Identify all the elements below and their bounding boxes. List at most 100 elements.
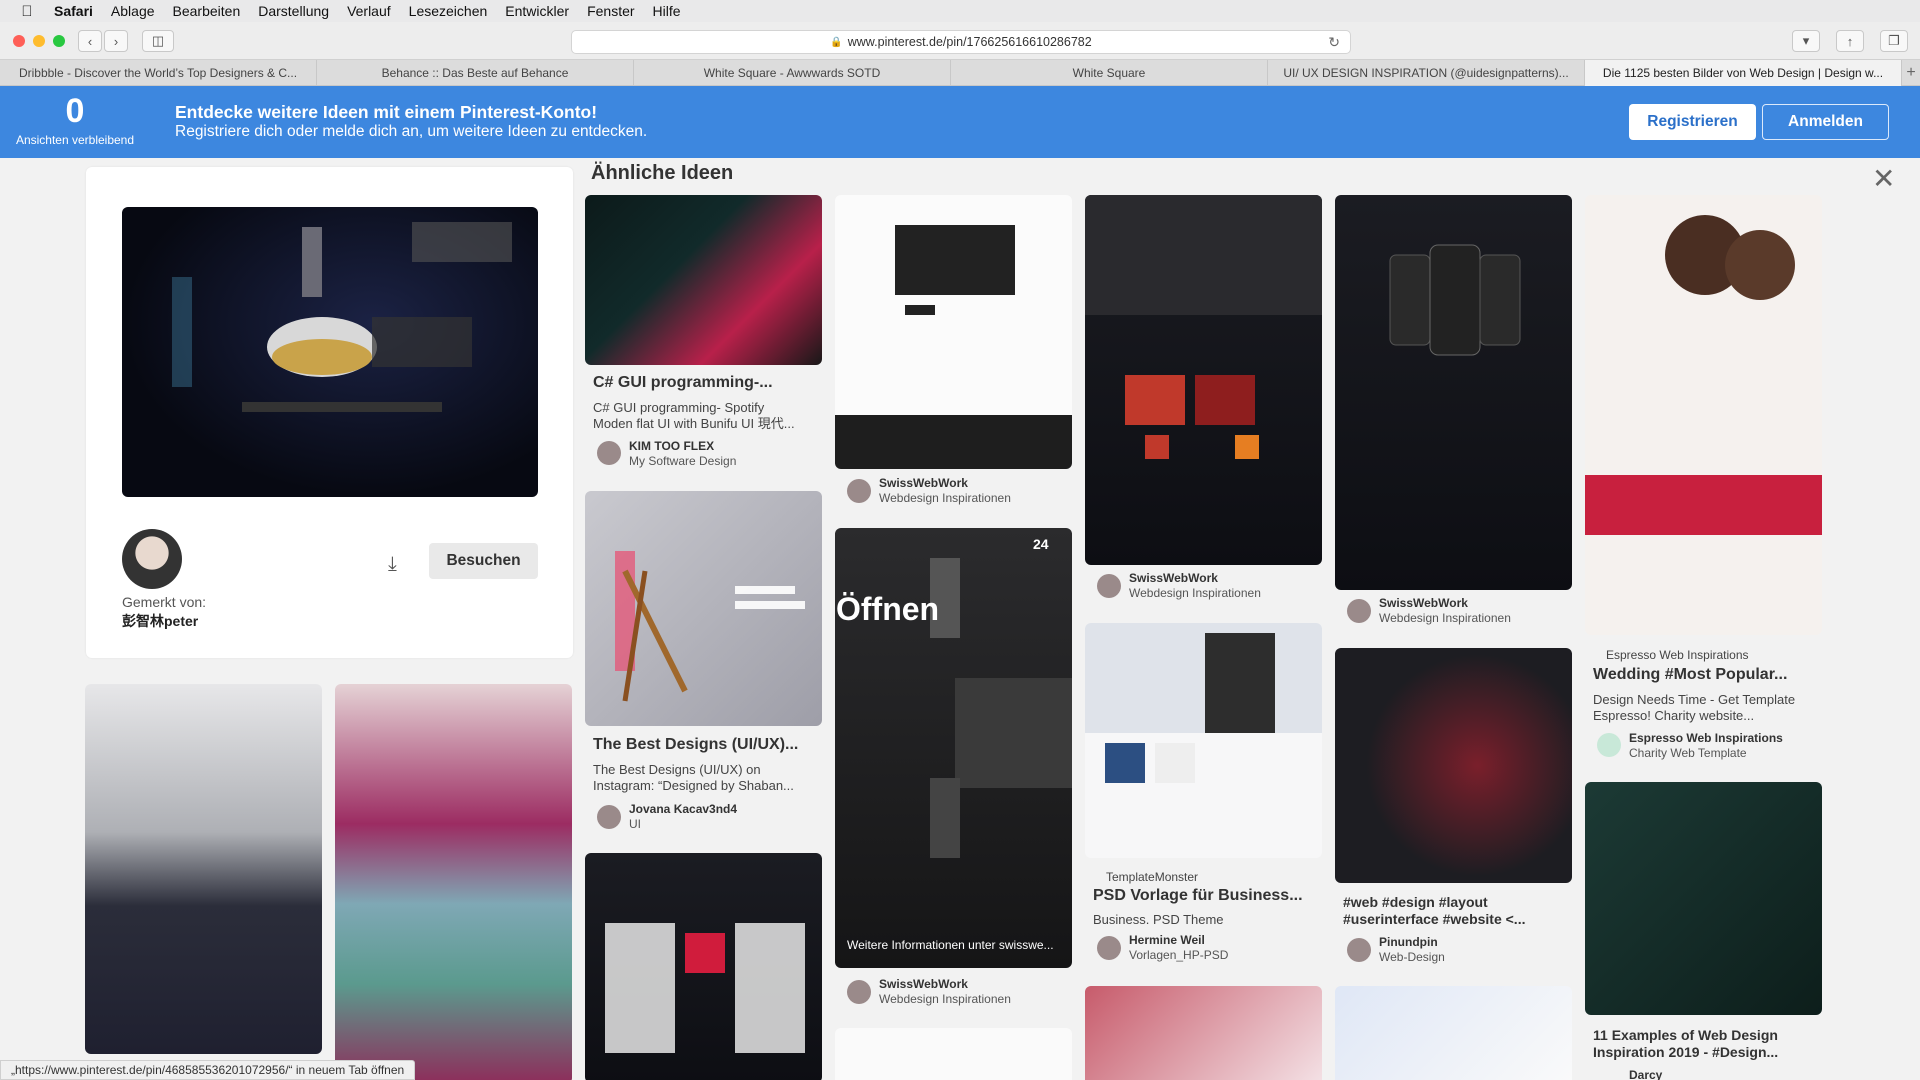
pin-image[interactable] <box>1085 623 1322 858</box>
pinner-name[interactable]: Hermine Weil <box>1129 933 1205 947</box>
pin-image-art <box>1389 244 1521 356</box>
pinner-name[interactable]: Pinundpin <box>1379 935 1438 949</box>
pin-image[interactable] <box>585 853 822 1080</box>
pin-source[interactable]: TemplateMonster <box>1106 870 1198 884</box>
pin-image[interactable] <box>1335 648 1572 883</box>
views-remaining-label: Ansichten verbleibend <box>15 133 135 147</box>
share-icon[interactable]: ↑ <box>1836 30 1864 52</box>
avatar[interactable] <box>1097 936 1121 960</box>
pin-image[interactable] <box>585 195 822 365</box>
pin-title[interactable]: PSD Vorlage für Business... <box>1093 887 1303 905</box>
more-info-link[interactable]: Weitere Informationen unter swisswe... <box>847 938 1054 952</box>
tab-behance[interactable]: Behance :: Das Beste auf Behance <box>317 60 634 86</box>
pin-image[interactable] <box>85 684 322 1054</box>
close-window-button[interactable] <box>13 35 25 47</box>
pin-title[interactable]: C# GUI programming-... <box>593 374 773 392</box>
pinner-name[interactable]: KIM TOO FLEX <box>629 439 714 453</box>
pin-image[interactable] <box>1585 195 1822 635</box>
pin-image[interactable] <box>1585 782 1822 1015</box>
board-name[interactable]: Webdesign Inspirationen <box>879 992 1011 1006</box>
pin-image[interactable] <box>835 1028 1072 1080</box>
menu-bearbeiten[interactable]: Bearbeiten <box>173 3 241 19</box>
pin-title[interactable]: 11 Examples of Web Design <box>1593 1027 1778 1043</box>
pinner-name[interactable]: SwissWebWork <box>879 977 968 991</box>
pin-image[interactable] <box>1335 195 1572 590</box>
menu-entwickler[interactable]: Entwickler <box>505 3 569 19</box>
tab-pinterest[interactable]: Die 1125 besten Bilder von Web Design | … <box>1585 60 1902 86</box>
menu-verlauf[interactable]: Verlauf <box>347 3 391 19</box>
avatar[interactable] <box>1597 733 1621 757</box>
tab-dribbble[interactable]: Dribbble - Discover the World’s Top Desi… <box>0 60 317 86</box>
pinner-name[interactable]: Jovana Kacav3nd4 <box>629 802 737 816</box>
pin-title[interactable]: Inspiration 2019 - #Design... <box>1593 1044 1778 1060</box>
pinner-name[interactable]: SwissWebWork <box>1379 596 1468 610</box>
board-name[interactable]: My Software Design <box>629 454 736 468</box>
download-icon[interactable]: ⤓ <box>388 553 397 576</box>
board-name[interactable]: Web-Design <box>1379 950 1445 964</box>
address-bar[interactable]: 🔒 www.pinterest.de/pin/17662561661028678… <box>571 30 1351 54</box>
board-name[interactable]: Charity Web Template <box>1629 746 1747 760</box>
menu-darstellung[interactable]: Darstellung <box>258 3 329 19</box>
pin-image[interactable] <box>122 207 538 497</box>
avatar[interactable] <box>1347 599 1371 623</box>
open-overlay-label[interactable]: Öffnen <box>836 591 939 628</box>
avatar[interactable] <box>1347 938 1371 962</box>
pin-image[interactable] <box>585 491 822 726</box>
menu-fenster[interactable]: Fenster <box>587 3 634 19</box>
pin-title[interactable]: Wedding #Most Popular... <box>1593 666 1787 684</box>
tab-white-square[interactable]: White Square <box>951 60 1268 86</box>
pinner-name[interactable]: Darcy <box>1629 1068 1662 1080</box>
tab-uidesignpatterns[interactable]: UI/ UX DESIGN INSPIRATION (@uidesignpatt… <box>1268 60 1585 86</box>
avatar[interactable] <box>122 529 182 589</box>
pinner-name[interactable]: SwissWebWork <box>879 476 968 490</box>
visit-button[interactable]: Besuchen <box>429 543 538 579</box>
forward-icon[interactable]: › <box>104 30 128 52</box>
close-icon[interactable]: ✕ <box>1872 162 1895 195</box>
board-name[interactable]: Vorlagen_HP-PSD <box>1129 948 1228 962</box>
menu-lesezeichen[interactable]: Lesezeichen <box>409 3 488 19</box>
pin-title[interactable]: #web #design #layout <box>1343 894 1488 910</box>
avatar[interactable] <box>847 479 871 503</box>
banner-subline: Registriere dich oder melde dich an, um … <box>175 123 648 140</box>
reload-icon[interactable]: ↻ <box>1328 34 1340 51</box>
menu-safari[interactable]: Safari <box>54 3 93 19</box>
tabs-overview-icon[interactable]: ❐ <box>1880 30 1908 52</box>
pin-image-art <box>1585 215 1822 535</box>
pin-description: The Best Designs (UI/UX) on <box>593 762 761 777</box>
pin-title[interactable]: #userinterface #website <... <box>1343 911 1525 927</box>
minimize-window-button[interactable] <box>33 35 45 47</box>
download-icon[interactable]: ▾ <box>1792 30 1820 52</box>
zoom-window-button[interactable] <box>53 35 65 47</box>
pin-image[interactable] <box>1085 195 1322 565</box>
pin-image[interactable] <box>1085 986 1322 1080</box>
pin-source[interactable]: Espresso Web Inspirations <box>1606 648 1749 662</box>
board-name[interactable]: Webdesign Inspirationen <box>879 491 1011 505</box>
board-name[interactable]: Webdesign Inspirationen <box>1129 586 1261 600</box>
pin-image[interactable] <box>835 195 1072 469</box>
sidebar-toggle-icon[interactable]: ◫ <box>142 30 174 52</box>
avatar[interactable] <box>597 441 621 465</box>
new-tab-icon[interactable]: + <box>1902 60 1920 85</box>
back-icon[interactable]: ‹ <box>78 30 102 52</box>
saved-by-user[interactable]: 彭智林peter <box>122 611 198 631</box>
pin-image[interactable] <box>1335 986 1572 1080</box>
menu-ablage[interactable]: Ablage <box>111 3 155 19</box>
pin-description: Instagram: “Designed by Shaban... <box>593 778 794 793</box>
tab-awwwards[interactable]: White Square - Awwwards SOTD <box>634 60 951 86</box>
banner-headline: Entdecke weitere Ideen mit einem Pintere… <box>175 102 598 122</box>
avatar[interactable] <box>597 805 621 829</box>
register-button[interactable]: Registrieren <box>1629 104 1756 140</box>
pinner-name[interactable]: Espresso Web Inspirations <box>1629 731 1783 745</box>
menu-hilfe[interactable]: Hilfe <box>653 3 681 19</box>
pin-description: Business. PSD Theme <box>1093 912 1224 927</box>
avatar[interactable] <box>1097 574 1121 598</box>
pin-image[interactable] <box>335 684 572 1080</box>
apple-icon[interactable]:  <box>0 3 54 20</box>
pin-title[interactable]: The Best Designs (UI/UX)... <box>593 736 798 754</box>
avatar[interactable] <box>847 980 871 1004</box>
board-name[interactable]: Webdesign Inspirationen <box>1379 611 1511 625</box>
board-name[interactable]: UI <box>629 817 641 831</box>
pinner-name[interactable]: SwissWebWork <box>1129 571 1218 585</box>
login-button[interactable]: Anmelden <box>1762 104 1889 140</box>
pin-modal-content: ✕ Gemerkt von: 彭智林peter ⤓ Besuchen Ähnli… <box>0 158 1920 1080</box>
